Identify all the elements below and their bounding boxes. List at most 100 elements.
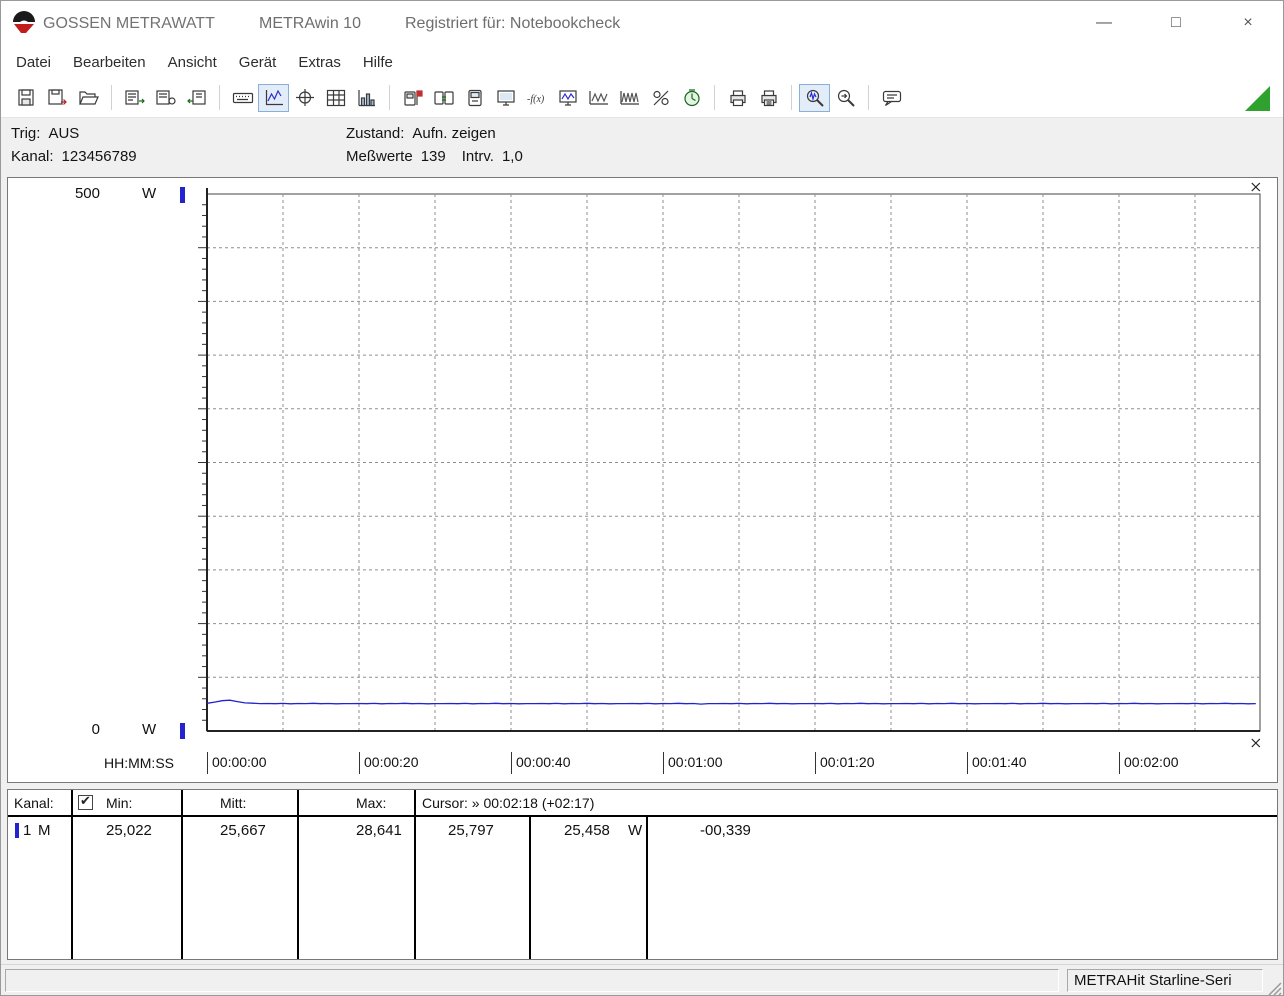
x-tick-label: 00:02:00 bbox=[1119, 752, 1179, 774]
col-header-kanal: Kanal: bbox=[14, 795, 54, 811]
wave-dense-icon bbox=[619, 90, 639, 105]
save-icon bbox=[17, 88, 34, 106]
toolbar-separator bbox=[219, 85, 220, 110]
vendor-title: GOSSEN METRAWATT bbox=[43, 15, 215, 32]
menu-item-hilfe[interactable]: Hilfe bbox=[352, 49, 404, 76]
y-axis-unit-top: W bbox=[142, 185, 157, 202]
print-icon bbox=[729, 89, 746, 106]
keyboard-entry-button[interactable] bbox=[227, 84, 258, 112]
channel-visible-checkbox[interactable]: ✔ bbox=[78, 793, 93, 810]
view-table-button[interactable] bbox=[320, 84, 351, 112]
device-setup-button[interactable] bbox=[397, 84, 428, 112]
status-panel: Trig: AUS Kanal: 123456789 Zustand: Aufn… bbox=[1, 118, 1283, 177]
zoom-mode-button[interactable] bbox=[830, 84, 861, 112]
device-transfer-icon bbox=[433, 90, 454, 105]
zustand-value: Aufn. zeigen bbox=[412, 125, 496, 142]
minimize-button[interactable]: — bbox=[1081, 1, 1127, 45]
col-header-max: Max: bbox=[356, 795, 387, 811]
cell-mode: M bbox=[38, 822, 51, 839]
trend-chart[interactable] bbox=[8, 178, 1277, 782]
zoom-mode-icon bbox=[837, 89, 855, 107]
export-snapshot-button[interactable] bbox=[150, 84, 181, 112]
maximize-button[interactable]: □ bbox=[1153, 1, 1199, 45]
menu-bar: Datei Bearbeiten Ansicht Gerät Extras Hilfe bbox=[1, 47, 1283, 78]
intrv-label: Intrv. bbox=[461, 148, 494, 165]
measurement-table: Kanal: ✔ Min: Mitt: Max: Cursor: » 00:02… bbox=[7, 789, 1278, 960]
save-as-button[interactable] bbox=[42, 84, 73, 112]
toolbar: -f(x) bbox=[1, 78, 1283, 118]
kanal-value: 123456789 bbox=[61, 148, 137, 165]
print-button[interactable] bbox=[722, 84, 753, 112]
import-data-button[interactable] bbox=[181, 84, 212, 112]
status-message-area bbox=[5, 969, 1059, 992]
device-name-box: METRAHit Starline-Seri bbox=[1067, 969, 1263, 992]
print-preview-button[interactable] bbox=[753, 84, 784, 112]
toolbar-separator bbox=[868, 85, 869, 110]
resize-grip[interactable] bbox=[1267, 981, 1282, 996]
chart-line-icon bbox=[265, 89, 283, 105]
channel-color-marker bbox=[15, 823, 19, 838]
wave-pair-icon bbox=[588, 90, 608, 105]
menu-item-ansicht[interactable]: Ansicht bbox=[157, 49, 228, 76]
column-divider bbox=[414, 790, 416, 959]
close-button[interactable]: × bbox=[1225, 1, 1271, 45]
col-header-min: Min: bbox=[106, 795, 133, 811]
view-xy-chart-button[interactable] bbox=[289, 84, 320, 112]
messwerte-value: 139 bbox=[420, 148, 446, 165]
device-display-button[interactable] bbox=[459, 84, 490, 112]
chart-crosshair-icon bbox=[295, 88, 314, 106]
cell-cursor-left: 25,797 bbox=[448, 822, 494, 839]
device-transfer-button[interactable] bbox=[428, 84, 459, 112]
note-icon bbox=[882, 90, 901, 106]
online-monitor-button[interactable] bbox=[490, 84, 521, 112]
x-axis-ticks: 00:00:00 00:00:20 00:00:40 00:01:00 00:01:20… bbox=[8, 752, 1277, 776]
column-divider bbox=[646, 817, 648, 959]
device-screen-icon bbox=[467, 89, 482, 106]
messwerte-label: Meßwerte bbox=[346, 148, 413, 165]
open-button[interactable] bbox=[73, 84, 104, 112]
checkbox-mark: ✔ bbox=[80, 793, 91, 808]
app-logo-icon bbox=[13, 11, 35, 33]
col-header-mitt: Mitt: bbox=[220, 795, 247, 811]
menu-item-extras[interactable]: Extras bbox=[287, 49, 352, 76]
percent-icon bbox=[652, 90, 669, 105]
zoom-signal-button[interactable] bbox=[799, 83, 830, 112]
header-divider bbox=[8, 815, 1277, 817]
column-divider bbox=[71, 790, 73, 959]
toolbar-separator bbox=[714, 85, 715, 110]
x-tick-label: 00:00:40 bbox=[511, 752, 571, 774]
state-status: Zustand: Aufn. zeigen bbox=[346, 125, 496, 142]
export-data-button[interactable] bbox=[119, 84, 150, 112]
menu-item-bearbeiten[interactable]: Bearbeiten bbox=[62, 49, 157, 76]
scaling-percent-button[interactable] bbox=[645, 84, 676, 112]
column-divider bbox=[529, 817, 531, 959]
menu-item-geraet[interactable]: Gerät bbox=[228, 49, 288, 76]
view-histogram-button[interactable] bbox=[351, 84, 382, 112]
x-tick-label: 00:00:20 bbox=[359, 752, 419, 774]
menu-item-datei[interactable]: Datei bbox=[5, 49, 62, 76]
formula-icon: -f(x) bbox=[527, 94, 545, 105]
toolbar-separator bbox=[111, 85, 112, 110]
save-button[interactable] bbox=[11, 84, 42, 112]
export-2-icon bbox=[155, 89, 176, 105]
channel-status: Kanal: 123456789 bbox=[11, 148, 137, 165]
app-window: GOSSEN METRAWATT METRAwin 10 Registriert… bbox=[0, 0, 1284, 996]
trig-label: Trig: bbox=[11, 125, 41, 142]
formula-button[interactable]: -f(x) bbox=[521, 84, 552, 112]
y-axis-min-label: 0 bbox=[91, 721, 100, 738]
signal-pair-button[interactable] bbox=[583, 84, 614, 112]
view-line-chart-button[interactable] bbox=[258, 83, 289, 112]
device-flag-icon bbox=[403, 89, 423, 106]
x-tick-label: 00:01:00 bbox=[663, 752, 723, 774]
annotation-button[interactable] bbox=[876, 84, 907, 112]
export-3-icon bbox=[186, 89, 206, 105]
column-divider bbox=[297, 790, 299, 959]
timer-button[interactable] bbox=[676, 84, 707, 112]
table-view-icon bbox=[326, 89, 345, 106]
online-wave-button[interactable] bbox=[552, 84, 583, 112]
signal-dense-button[interactable] bbox=[614, 84, 645, 112]
save-as-icon bbox=[47, 88, 67, 105]
intrv-value: 1,0 bbox=[501, 148, 523, 165]
cell-channel: 1 bbox=[23, 822, 32, 839]
trigger-status: Trig: AUS bbox=[11, 125, 79, 142]
